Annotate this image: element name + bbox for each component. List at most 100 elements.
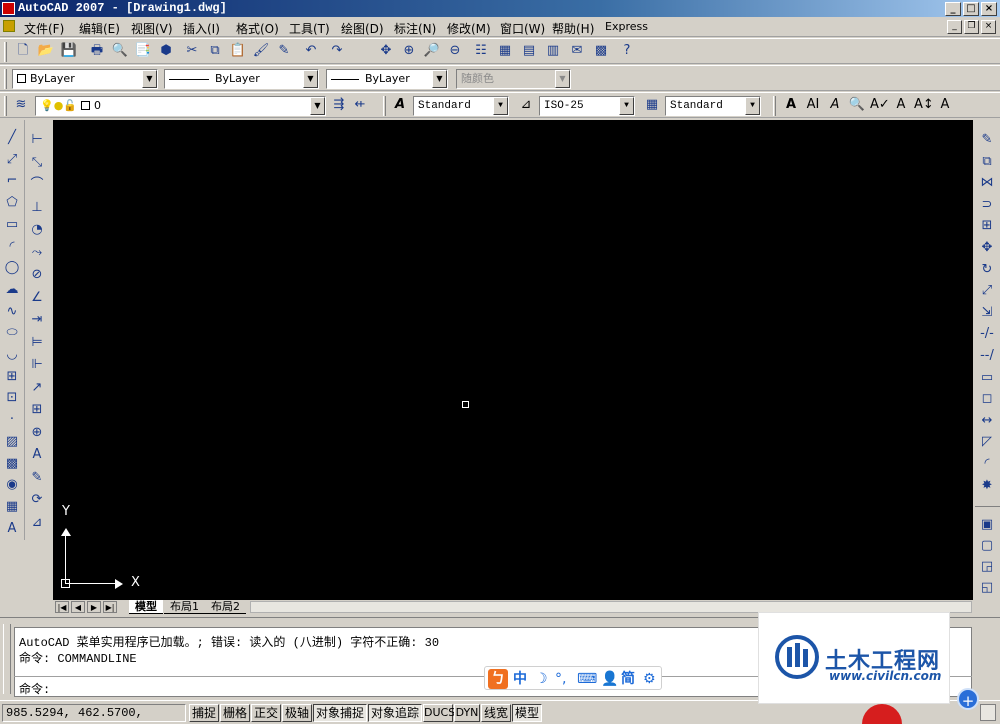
ime-halfwidth-icon[interactable]: ☽ <box>535 669 548 689</box>
ime-punct-icon[interactable]: °, <box>555 669 566 689</box>
scale-icon[interactable]: ⤢ <box>976 281 998 301</box>
dim-update-icon[interactable]: ⟳ <box>26 490 48 510</box>
toolbar-grip[interactable] <box>4 42 7 62</box>
undo-icon[interactable]: ↶ <box>302 42 320 60</box>
tab-layout1[interactable]: 布局1 <box>164 600 205 614</box>
cut-icon[interactable]: ✂ <box>183 42 201 60</box>
center-mark-icon[interactable]: ⊕ <box>26 423 48 443</box>
help-icon[interactable]: ? <box>618 42 636 60</box>
chevron-down-icon[interactable]: ▼ <box>310 97 325 115</box>
redo-icon[interactable]: ↷ <box>328 42 346 60</box>
clean-screen-icon[interactable] <box>980 704 996 721</box>
menu-dimension[interactable]: 标注(N) <box>394 20 436 37</box>
toolbar-grip[interactable] <box>4 69 7 89</box>
chevron-down-icon[interactable]: ▼ <box>745 97 760 115</box>
rectangle-icon[interactable]: ▭ <box>1 215 23 235</box>
region-icon[interactable]: ◉ <box>1 475 23 495</box>
mtext-icon[interactable]: A <box>1 519 23 539</box>
dimension-style-manager-icon[interactable]: ⊿ <box>517 96 535 114</box>
menu-edit[interactable]: 编辑(E) <box>79 20 120 37</box>
publish-icon[interactable]: 📑 <box>134 42 152 60</box>
dim-text-edit-icon[interactable]: ✎ <box>26 468 48 488</box>
ime-lang-toggle[interactable]: 中 <box>513 669 527 689</box>
point-icon[interactable]: · <box>1 410 23 430</box>
menu-view[interactable]: 视图(V) <box>131 20 173 37</box>
fillet-icon[interactable]: ◜ <box>976 454 998 474</box>
construction-line-icon[interactable]: ⤢ <box>1 150 23 170</box>
first-tab-icon[interactable]: |◀ <box>55 601 69 613</box>
circle-icon[interactable]: ◯ <box>1 258 23 278</box>
angular-icon[interactable]: ∠ <box>26 288 48 308</box>
ime-user-icon[interactable]: 👤 <box>601 669 618 689</box>
lineweight-toggle[interactable]: 线宽 <box>481 704 511 722</box>
send-under-icon[interactable]: ◱ <box>976 578 998 598</box>
chevron-down-icon[interactable]: ▼ <box>432 70 447 88</box>
table-style-control[interactable]: Standard ▼ <box>665 96 761 116</box>
send-back-icon[interactable]: ▢ <box>976 536 998 556</box>
command-prompt[interactable]: 命令: <box>19 680 50 697</box>
paste-icon[interactable]: 📋 <box>229 42 247 60</box>
otrack-toggle[interactable]: 对象追踪 <box>368 704 422 722</box>
aligned-dim-icon[interactable]: ⤡ <box>26 153 48 173</box>
model-paper-toggle[interactable]: 模型 <box>512 704 542 722</box>
spelling-icon[interactable]: A✓ <box>870 96 890 114</box>
toolbar-grip[interactable] <box>773 96 776 116</box>
toolbar-grip[interactable] <box>4 96 7 116</box>
tab-layout2[interactable]: 布局2 <box>205 600 246 614</box>
bring-above-icon[interactable]: ◲ <box>976 557 998 577</box>
design-center-icon[interactable]: ▦ <box>496 42 514 60</box>
join-icon[interactable]: ↔ <box>976 411 998 431</box>
table-icon[interactable]: ▦ <box>1 497 23 517</box>
open-icon[interactable]: 📂 <box>37 42 55 60</box>
zoom-window-icon[interactable]: 🔎 <box>423 42 441 60</box>
copy-icon[interactable]: ⧉ <box>206 42 224 60</box>
layer-control[interactable]: 💡●🔓 0 ▼ <box>35 96 326 116</box>
osnap-toggle[interactable]: 对象捕捉 <box>313 704 367 722</box>
ime-simplified-toggle[interactable]: 简 <box>621 669 635 689</box>
ime-logo-icon[interactable]: ㄅ <box>488 669 508 689</box>
offset-icon[interactable]: ⊃ <box>976 195 998 215</box>
mtext-icon[interactable]: A <box>782 96 800 114</box>
properties-icon[interactable]: ☷ <box>472 42 490 60</box>
scale-text-icon[interactable]: A↕ <box>914 96 934 114</box>
gradient-icon[interactable]: ▩ <box>1 454 23 474</box>
maximize-button[interactable]: □ <box>963 2 979 16</box>
spline-icon[interactable]: ∿ <box>1 302 23 322</box>
menu-format[interactable]: 格式(O) <box>236 20 279 37</box>
chevron-down-icon[interactable]: ▼ <box>142 70 157 88</box>
toolbar-grip[interactable] <box>383 96 386 116</box>
calculator-icon[interactable]: ▩ <box>592 42 610 60</box>
grid-toggle[interactable]: 栅格 <box>220 704 250 722</box>
continue-icon[interactable]: ⊩ <box>26 355 48 375</box>
chevron-down-icon[interactable]: ▼ <box>303 70 318 88</box>
pan-icon[interactable]: ✥ <box>377 42 395 60</box>
ortho-toggle[interactable]: 正交 <box>251 704 281 722</box>
mirror-icon[interactable]: ⋈ <box>976 173 998 193</box>
ime-settings-icon[interactable]: ⚙ <box>643 669 656 689</box>
line-icon[interactable]: ╱ <box>1 128 23 148</box>
layer-previous-icon[interactable]: ⇷ <box>351 96 369 114</box>
text-style-manager-icon[interactable]: A <box>391 96 409 114</box>
ducs-toggle[interactable]: DUCS <box>423 704 455 722</box>
trim-icon[interactable]: -/- <box>976 324 998 344</box>
doc-close-button[interactable]: × <box>981 20 996 34</box>
move-icon[interactable]: ✥ <box>976 238 998 258</box>
ellipse-icon[interactable]: ⬭ <box>1 323 23 343</box>
prev-tab-icon[interactable]: ◀ <box>71 601 85 613</box>
menu-express[interactable]: Express <box>605 20 648 33</box>
menu-file[interactable]: 文件(F) <box>24 20 64 37</box>
dyn-toggle[interactable]: DYN <box>454 704 480 722</box>
minimize-button[interactable]: _ <box>945 2 961 16</box>
menu-window[interactable]: 窗口(W) <box>500 20 545 37</box>
doc-minimize-button[interactable]: _ <box>947 20 962 34</box>
new-icon[interactable]: 🗋 <box>14 42 32 60</box>
doc-restore-button[interactable]: ❐ <box>964 20 979 34</box>
menu-tools[interactable]: 工具(T) <box>289 20 330 37</box>
match-properties-icon[interactable]: 🖌 <box>252 42 270 60</box>
ime-keyboard-icon[interactable]: ⌨ <box>577 669 597 689</box>
tolerance-icon[interactable]: ⊞ <box>26 400 48 420</box>
insert-block-icon[interactable]: ⊞ <box>1 367 23 387</box>
linear-dim-icon[interactable]: ⊢ <box>26 130 48 150</box>
document-icon[interactable] <box>3 20 15 32</box>
chevron-down-icon[interactable]: ▼ <box>493 97 508 115</box>
